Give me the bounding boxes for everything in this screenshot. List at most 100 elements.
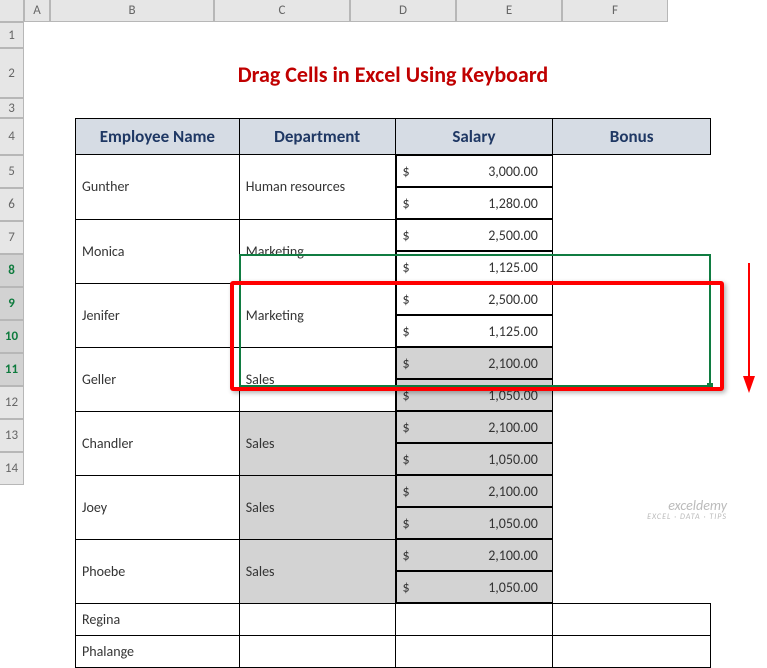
col-header-F[interactable]: F	[562, 0, 668, 22]
cell-bonus[interactable]	[553, 604, 711, 636]
col-header-A[interactable]: A	[24, 0, 50, 22]
cell-bonus[interactable]: $1,125.00	[396, 251, 553, 283]
th-department[interactable]: Department	[239, 119, 395, 155]
col-header-C[interactable]: C	[214, 0, 350, 22]
watermark-sub: EXCEL · DATA · TIPS	[647, 513, 727, 522]
cell-value: 1,050.00	[488, 579, 538, 596]
cell-value: 1,050.00	[488, 451, 538, 468]
cell-department[interactable]: Marketing	[239, 283, 395, 347]
cell-value: 1,050.00	[488, 387, 538, 404]
cell-department[interactable]: Sales	[239, 411, 395, 475]
col-header-B[interactable]: B	[50, 0, 214, 22]
table-row: GellerSales$2,100.00$1,050.00	[76, 347, 711, 411]
dollar-sign: $	[403, 195, 410, 212]
cell-employee[interactable]: Jenifer	[76, 283, 240, 347]
dollar-sign: $	[403, 387, 410, 404]
dollar-sign: $	[403, 483, 410, 500]
watermark-main: exceldemy	[647, 498, 727, 513]
cell-bonus[interactable]: $1,050.00	[396, 507, 553, 539]
cell-bonus[interactable]	[553, 636, 711, 668]
cell-department[interactable]: Sales	[239, 475, 395, 539]
table-row: Phalange	[76, 636, 711, 668]
cell-employee[interactable]: Phoebe	[76, 539, 240, 604]
dollar-sign: $	[403, 227, 410, 244]
cell-value: 2,100.00	[488, 355, 538, 372]
dollar-sign: $	[403, 291, 410, 308]
row-header-1[interactable]: 1	[0, 22, 24, 48]
cell-value: 2,500.00	[488, 291, 538, 308]
dollar-sign: $	[403, 355, 410, 372]
cell-salary[interactable]: $2,100.00	[396, 539, 553, 571]
cell-department[interactable]	[239, 636, 395, 668]
cell-department[interactable]: Sales	[239, 539, 395, 604]
dollar-sign: $	[403, 323, 410, 340]
th-bonus[interactable]: Bonus	[553, 119, 711, 155]
cell-salary[interactable]: $2,100.00	[396, 411, 553, 443]
cell-salary[interactable]: $2,100.00	[396, 475, 553, 507]
cell-department[interactable]: Human resources	[239, 155, 395, 220]
cell-bonus[interactable]: $1,050.00	[396, 571, 553, 603]
table-row: PhoebeSales$2,100.00$1,050.00	[76, 539, 711, 604]
dollar-sign: $	[403, 515, 410, 532]
cell-employee[interactable]: Geller	[76, 347, 240, 411]
fill-handle[interactable]	[707, 383, 713, 389]
cell-employee[interactable]: Joey	[76, 475, 240, 539]
dollar-sign: $	[403, 451, 410, 468]
col-header-E[interactable]: E	[456, 0, 562, 22]
row-header-11[interactable]: 11	[0, 353, 24, 386]
cell-salary[interactable]: $2,100.00	[396, 347, 553, 379]
cell-salary[interactable]	[395, 636, 553, 668]
cell-bonus[interactable]: $1,125.00	[396, 315, 553, 347]
dollar-sign: $	[403, 259, 410, 276]
cell-value: 2,100.00	[488, 547, 538, 564]
cell-salary[interactable]	[395, 604, 553, 636]
cell-value: 1,050.00	[488, 515, 538, 532]
th-salary[interactable]: Salary	[395, 119, 553, 155]
row-header-5[interactable]: 5	[0, 155, 24, 188]
cell-employee[interactable]: Monica	[76, 219, 240, 283]
table-row: Regina	[76, 604, 711, 636]
select-all-corner[interactable]	[0, 0, 24, 22]
th-employee[interactable]: Employee Name	[76, 119, 240, 155]
cell-bonus[interactable]: $1,050.00	[396, 443, 553, 475]
dollar-sign: $	[403, 163, 410, 180]
row-header-9[interactable]: 9	[0, 287, 24, 320]
sheet-title: Drag Cells in Excel Using Keyboard	[75, 52, 711, 96]
cell-department[interactable]: Marketing	[239, 219, 395, 283]
cell-bonus[interactable]: $1,050.00	[396, 379, 553, 411]
cell-salary[interactable]: $3,000.00	[396, 155, 553, 187]
table-row: JoeySales$2,100.00$1,050.00	[76, 475, 711, 539]
cell-salary[interactable]: $2,500.00	[396, 219, 553, 251]
annotation-arrow-icon	[740, 258, 758, 398]
cell-salary[interactable]: $2,500.00	[396, 283, 553, 315]
row-header-4[interactable]: 4	[0, 118, 24, 155]
row-header-12[interactable]: 12	[0, 386, 24, 419]
row-header-6[interactable]: 6	[0, 188, 24, 221]
table-row: MonicaMarketing$2,500.00$1,125.00	[76, 219, 711, 283]
cell-department[interactable]: Sales	[239, 347, 395, 411]
data-table: Employee Name Department Salary Bonus Gu…	[75, 118, 711, 668]
col-header-D[interactable]: D	[350, 0, 456, 22]
cell-value: 2,100.00	[488, 419, 538, 436]
cell-value: 3,000.00	[488, 163, 538, 180]
table-row: ChandlerSales$2,100.00$1,050.00	[76, 411, 711, 475]
cell-department[interactable]	[239, 604, 395, 636]
row-header-3[interactable]: 3	[0, 98, 24, 118]
cell-value: 2,100.00	[488, 483, 538, 500]
row-header-2[interactable]: 2	[0, 48, 24, 98]
cell-employee[interactable]: Phalange	[76, 636, 240, 668]
cell-value: 2,500.00	[488, 227, 538, 244]
row-header-7[interactable]: 7	[0, 221, 24, 254]
cell-employee[interactable]: Chandler	[76, 411, 240, 475]
cell-employee[interactable]: Gunther	[76, 155, 240, 220]
cell-value: 1,125.00	[488, 323, 538, 340]
cell-bonus[interactable]: $1,280.00	[396, 187, 553, 219]
dollar-sign: $	[403, 547, 410, 564]
cell-employee[interactable]: Regina	[76, 604, 240, 636]
row-header-13[interactable]: 13	[0, 419, 24, 452]
row-header-8[interactable]: 8	[0, 254, 24, 287]
table-row: GuntherHuman resources$3,000.00$1,280.00	[76, 155, 711, 220]
row-header-14[interactable]: 14	[0, 452, 24, 485]
cell-value: 1,280.00	[488, 195, 538, 212]
row-header-10[interactable]: 10	[0, 320, 24, 353]
